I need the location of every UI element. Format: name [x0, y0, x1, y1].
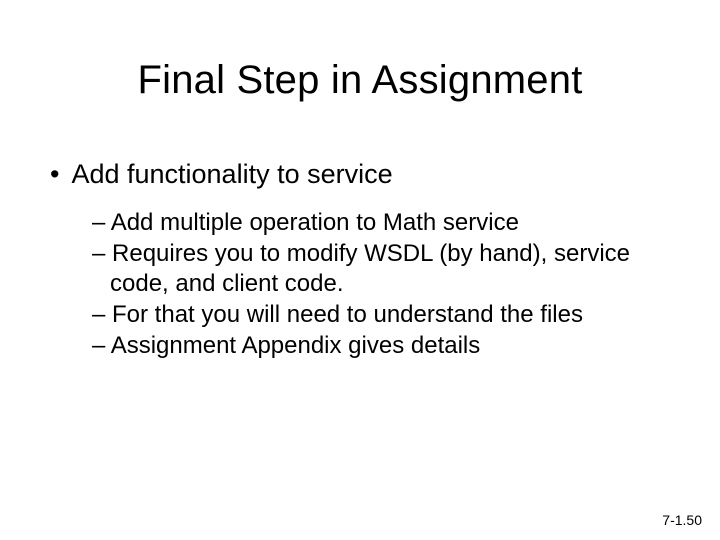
sub-bullet: – For that you will need to understand t…	[92, 300, 650, 329]
bullet-marker: •	[50, 159, 59, 190]
sub-bullet: – Requires you to modify WSDL (by hand),…	[92, 239, 650, 298]
sub-bullet-text: Add multiple operation to Math service	[111, 209, 519, 236]
sub-bullet-text: For that you will need to understand the…	[112, 301, 583, 328]
sub-bullet: – Assignment Appendix gives details	[92, 331, 650, 360]
bullet-text: Add functionality to service	[71, 159, 392, 190]
sub-bullet: – Add multiple operation to Math service	[92, 208, 650, 237]
slide: Final Step in Assignment • Add functiona…	[0, 0, 720, 540]
bullet-level1: • Add functionality to service	[50, 159, 680, 190]
sub-bullet-text: Assignment Appendix gives details	[111, 332, 481, 359]
slide-title: Final Step in Assignment	[40, 58, 680, 103]
sub-bullet-text: Requires you to modify WSDL (by hand), s…	[110, 240, 630, 296]
sub-bullet-list: – Add multiple operation to Math service…	[92, 208, 650, 360]
slide-number: 7-1.50	[662, 512, 702, 528]
